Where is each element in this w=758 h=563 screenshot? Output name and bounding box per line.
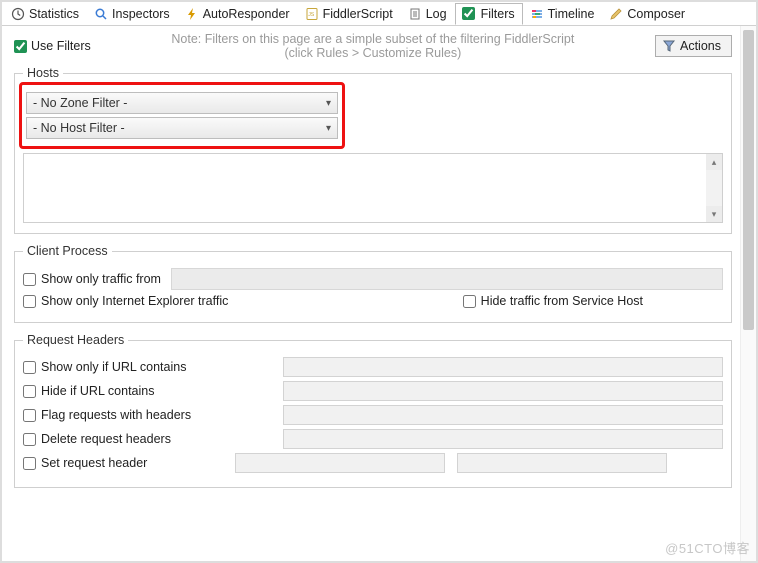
- flag-headers-checkbox[interactable]: [23, 409, 36, 422]
- note-line2: (click Rules > Customize Rules): [97, 46, 649, 60]
- hosts-legend: Hosts: [23, 66, 63, 80]
- request-headers-group: Request Headers Show only if URL contain…: [14, 333, 732, 488]
- zone-filter-value: - No Zone Filter -: [33, 96, 127, 110]
- client-process-group: Client Process Show only traffic from Sh…: [14, 244, 732, 323]
- set-header-checkbox[interactable]: [23, 457, 36, 470]
- vertical-scrollbar[interactable]: [740, 26, 756, 561]
- funnel-icon: [662, 39, 676, 53]
- zone-filter-combo[interactable]: - No Zone Filter - ▾: [26, 92, 338, 114]
- hide-if-url-contains[interactable]: Hide if URL contains: [23, 384, 223, 398]
- scroll-up-icon[interactable]: ▴: [706, 154, 722, 170]
- hide-service-host[interactable]: Hide traffic from Service Host: [463, 294, 643, 308]
- note-line1: Note: Filters on this page are a simple …: [97, 32, 649, 46]
- tab-inspectors[interactable]: Inspectors: [87, 3, 178, 25]
- actions-label: Actions: [680, 39, 721, 53]
- tab-label: Filters: [481, 7, 515, 21]
- show-if-url-contains[interactable]: Show only if URL contains: [23, 360, 223, 374]
- client-process-legend: Client Process: [23, 244, 112, 258]
- show-only-traffic-from-label: Show only traffic from: [41, 272, 161, 286]
- show-if-url-input[interactable]: [283, 357, 723, 377]
- timeline-icon: [530, 7, 544, 21]
- chevron-down-icon: ▾: [326, 98, 331, 109]
- scrollbar-thumb[interactable]: [743, 30, 754, 330]
- magnifier-icon: [94, 7, 108, 21]
- tab-filters[interactable]: Filters: [455, 3, 523, 25]
- document-icon: [408, 7, 422, 21]
- filters-note: Note: Filters on this page are a simple …: [97, 32, 649, 60]
- delete-headers-input[interactable]: [283, 429, 723, 449]
- flag-headers-input[interactable]: [283, 405, 723, 425]
- delete-headers-checkbox[interactable]: [23, 433, 36, 446]
- tab-timeline[interactable]: Timeline: [523, 3, 603, 25]
- textarea-scrollbar[interactable]: ▴ ▾: [706, 154, 722, 222]
- show-if-url-checkbox[interactable]: [23, 361, 36, 374]
- lightning-icon: [185, 7, 199, 21]
- hosts-group: Hosts - No Zone Filter - ▾ - No Host Fil…: [14, 66, 732, 234]
- tab-label: Log: [426, 7, 447, 21]
- tab-label: Timeline: [548, 7, 595, 21]
- filters-panel: Use Filters Note: Filters on this page a…: [2, 26, 740, 561]
- show-only-traffic-from-checkbox[interactable]: [23, 273, 36, 286]
- tab-statistics[interactable]: Statistics: [4, 3, 87, 25]
- tab-autoresponder[interactable]: AutoResponder: [178, 3, 298, 25]
- svg-text:JS: JS: [308, 12, 315, 18]
- set-header-value-input[interactable]: [457, 453, 667, 473]
- highlight-box: - No Zone Filter - ▾ - No Host Filter - …: [19, 82, 345, 149]
- use-filters-checkbox[interactable]: Use Filters: [14, 39, 91, 53]
- process-combo[interactable]: [171, 268, 723, 290]
- set-header-label: Set request header: [41, 456, 147, 470]
- hide-if-url-label: Hide if URL contains: [41, 384, 154, 398]
- tab-strip: Statistics Inspectors AutoResponder JS F…: [2, 2, 756, 26]
- show-if-url-label: Show only if URL contains: [41, 360, 186, 374]
- hide-if-url-checkbox[interactable]: [23, 385, 36, 398]
- tab-filters-checkbox[interactable]: [462, 7, 475, 20]
- clock-icon: [11, 7, 25, 21]
- tab-label: Inspectors: [112, 7, 170, 21]
- scroll-down-icon[interactable]: ▾: [706, 206, 722, 222]
- chevron-down-icon: ▾: [326, 123, 331, 134]
- flag-headers-label: Flag requests with headers: [41, 408, 191, 422]
- host-filter-combo[interactable]: - No Host Filter - ▾: [26, 117, 338, 139]
- host-filter-value: - No Host Filter -: [33, 121, 125, 135]
- tab-label: AutoResponder: [203, 7, 290, 21]
- use-filters-input[interactable]: [14, 40, 27, 53]
- flag-with-headers[interactable]: Flag requests with headers: [23, 408, 223, 422]
- actions-button[interactable]: Actions: [655, 35, 732, 57]
- request-headers-legend: Request Headers: [23, 333, 128, 347]
- use-filters-label: Use Filters: [31, 39, 91, 53]
- hide-if-url-input[interactable]: [283, 381, 723, 401]
- delete-request-headers[interactable]: Delete request headers: [23, 432, 223, 446]
- hide-service-host-checkbox[interactable]: [463, 295, 476, 308]
- tab-label: FiddlerScript: [323, 7, 393, 21]
- tab-label: Composer: [627, 7, 685, 21]
- tab-label: Statistics: [29, 7, 79, 21]
- show-only-traffic-from[interactable]: Show only traffic from: [23, 272, 161, 286]
- set-header-name-input[interactable]: [235, 453, 445, 473]
- delete-headers-label: Delete request headers: [41, 432, 171, 446]
- tab-fiddlerscript[interactable]: JS FiddlerScript: [298, 3, 401, 25]
- pencil-icon: [609, 7, 623, 21]
- hide-service-host-label: Hide traffic from Service Host: [481, 294, 643, 308]
- show-only-ie-checkbox[interactable]: [23, 295, 36, 308]
- set-request-header[interactable]: Set request header: [23, 456, 223, 470]
- show-only-ie-label: Show only Internet Explorer traffic: [41, 294, 228, 308]
- hosts-textarea[interactable]: ▴ ▾: [23, 153, 723, 223]
- js-file-icon: JS: [305, 7, 319, 21]
- show-only-ie[interactable]: Show only Internet Explorer traffic: [23, 294, 228, 308]
- tab-log[interactable]: Log: [401, 3, 455, 25]
- tab-composer[interactable]: Composer: [602, 3, 693, 25]
